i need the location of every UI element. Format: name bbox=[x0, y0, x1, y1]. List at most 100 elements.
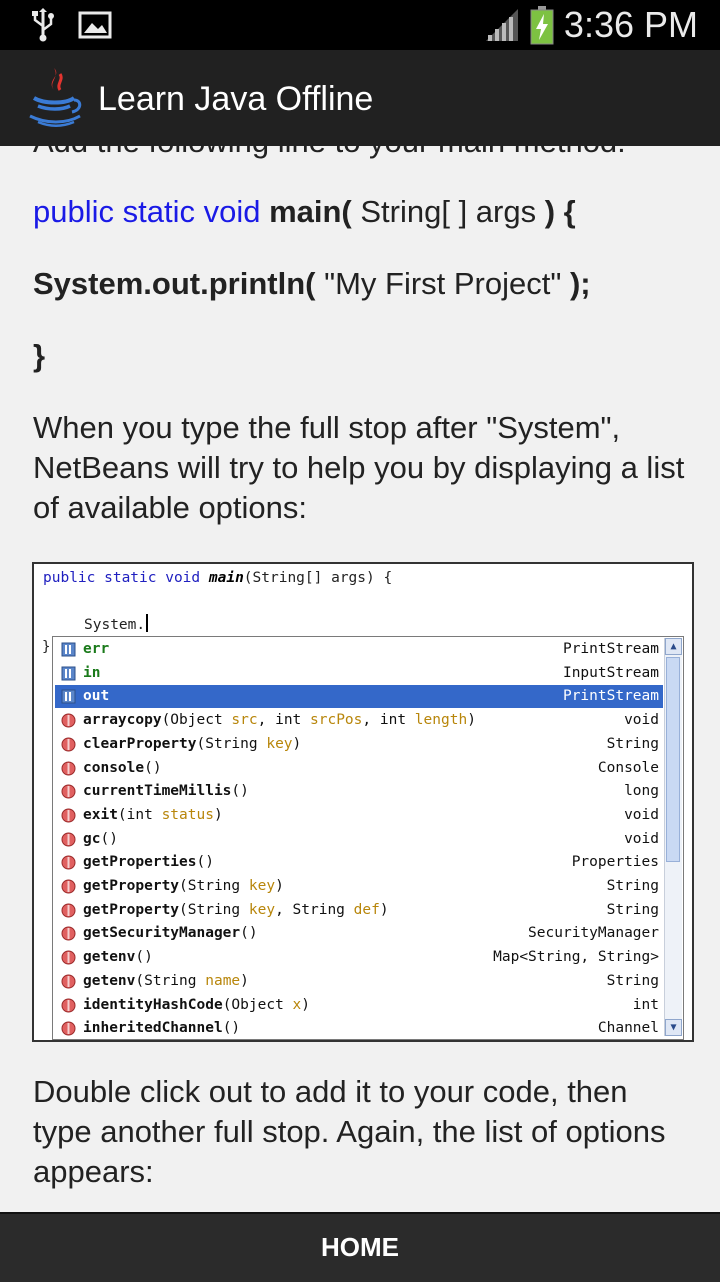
autocomplete-item-type: void bbox=[624, 712, 659, 729]
code-line-main: public static void main( String[ ] args … bbox=[33, 192, 693, 232]
partial-text-line: Add the following line to your main meth… bbox=[33, 146, 626, 160]
autocomplete-item-name: getenv(String name) bbox=[83, 972, 249, 989]
image-icon bbox=[78, 11, 112, 39]
screenshot-code-line: public static void main(String[] args) { bbox=[43, 570, 392, 586]
autocomplete-item-type: String bbox=[606, 972, 659, 989]
autocomplete-item[interactable]: err PrintStream bbox=[55, 638, 663, 661]
autocomplete-item[interactable]: getSecurityManager() SecurityManager bbox=[55, 922, 663, 945]
autocomplete-item-name: getenv() bbox=[83, 949, 153, 966]
autocomplete-item-name: identityHashCode(Object x) bbox=[83, 996, 310, 1013]
netbeans-screenshot: public static void main(String[] args) {… bbox=[32, 562, 694, 1042]
autocomplete-item[interactable]: arraycopy(Object src, int srcPos, int le… bbox=[55, 709, 663, 732]
screenshot-code-rest: (String[] args) { bbox=[243, 570, 393, 586]
autocomplete-item-type: SecurityManager bbox=[528, 925, 659, 942]
method-icon bbox=[61, 903, 76, 918]
autocomplete-item-type: InputStream bbox=[562, 664, 659, 681]
method-icon bbox=[61, 808, 76, 823]
autocomplete-item-name: exit(int status) bbox=[83, 806, 223, 823]
code-keywords: public static void bbox=[33, 194, 261, 229]
autocomplete-item[interactable]: clearProperty(String key) String bbox=[55, 733, 663, 756]
autocomplete-item-type: String bbox=[606, 735, 659, 752]
status-time: 3:36 PM bbox=[563, 4, 698, 45]
autocomplete-item[interactable]: getenv() Map<String, String> bbox=[55, 946, 663, 969]
method-icon bbox=[61, 926, 76, 941]
popup-scrollbar[interactable]: ▲ ▼ bbox=[664, 638, 682, 1036]
autocomplete-item[interactable]: currentTimeMillis() long bbox=[55, 780, 663, 803]
autocomplete-item-type: int bbox=[632, 996, 659, 1013]
method-icon bbox=[61, 879, 76, 894]
autocomplete-item-type: Properties bbox=[571, 854, 659, 871]
autocomplete-item-name: out bbox=[83, 688, 110, 705]
autocomplete-item[interactable]: getenv(String name) String bbox=[55, 970, 663, 993]
bottom-bar: HOME bbox=[0, 1212, 720, 1282]
code-line-close: } bbox=[33, 338, 46, 373]
screenshot-code-method: main bbox=[208, 570, 244, 586]
autocomplete-item-type: Map<String, String> bbox=[493, 949, 659, 966]
autocomplete-item-name: currentTimeMillis() bbox=[83, 783, 249, 800]
text-caret bbox=[146, 614, 149, 632]
code-method: main( bbox=[269, 194, 352, 229]
autocomplete-item[interactable]: gc() void bbox=[55, 828, 663, 851]
method-icon bbox=[61, 832, 76, 847]
java-logo-icon[interactable] bbox=[24, 64, 86, 130]
article-content[interactable]: Add the following line to your main meth… bbox=[0, 146, 720, 1212]
app-title: Learn Java Offline bbox=[98, 80, 374, 118]
field-icon bbox=[61, 666, 76, 681]
code-brace: ) { bbox=[544, 194, 576, 229]
autocomplete-item-type: Console bbox=[597, 759, 659, 776]
status-bar: 3:36 PM bbox=[0, 0, 720, 50]
code-string: "My First Project" bbox=[315, 266, 570, 301]
method-icon bbox=[61, 784, 76, 799]
autocomplete-item-name: console() bbox=[83, 759, 162, 776]
scroll-thumb[interactable] bbox=[666, 657, 680, 862]
autocomplete-item-name: clearProperty(String key) bbox=[83, 735, 302, 752]
autocomplete-item-type: void bbox=[624, 806, 659, 823]
autocomplete-popup[interactable]: inheritedChannel() Channel identityHashCod… bbox=[52, 636, 684, 1040]
scroll-down-icon[interactable]: ▼ bbox=[665, 1019, 682, 1036]
method-icon bbox=[61, 855, 76, 870]
screenshot-bracket: } bbox=[42, 639, 51, 655]
autocomplete-item[interactable]: out PrintStream bbox=[55, 685, 663, 709]
autocomplete-item-type: PrintStream bbox=[562, 641, 659, 657]
autocomplete-item[interactable]: inheritedChannel() Channel bbox=[55, 1017, 663, 1040]
signal-icon bbox=[485, 9, 518, 41]
scroll-up-icon[interactable]: ▲ bbox=[665, 638, 682, 655]
autocomplete-item-name: inheritedChannel() bbox=[83, 1020, 241, 1037]
method-icon bbox=[61, 1021, 76, 1036]
code-line-println: System.out.println( "My First Project" )… bbox=[33, 264, 693, 304]
autocomplete-item-name: gc() bbox=[83, 830, 118, 847]
autocomplete-item-type: Channel bbox=[597, 1020, 659, 1037]
autocomplete-item-name: getProperties() bbox=[83, 854, 214, 871]
autocomplete-item[interactable]: getProperty(String key, String def) Strin… bbox=[55, 899, 663, 922]
autocomplete-item[interactable]: console() Console bbox=[55, 757, 663, 780]
autocomplete-item-name: getProperty(String key, String def) bbox=[83, 901, 389, 918]
autocomplete-item[interactable]: getProperty(String key) String bbox=[55, 875, 663, 898]
autocomplete-item[interactable]: in InputStream bbox=[55, 662, 663, 685]
method-icon bbox=[61, 974, 76, 989]
method-icon bbox=[61, 761, 76, 775]
app-bar: Learn Java Offline bbox=[0, 50, 720, 146]
autocomplete-item-name: getSecurityManager() bbox=[83, 925, 258, 942]
autocomplete-item[interactable]: exit(int status) void bbox=[55, 804, 663, 827]
autocomplete-item-type: long bbox=[624, 783, 659, 800]
autocomplete-item-name: in bbox=[83, 664, 101, 681]
status-left-icons bbox=[30, 8, 112, 42]
method-icon bbox=[61, 713, 76, 728]
method-icon bbox=[61, 950, 76, 965]
autocomplete-item-type: String bbox=[606, 878, 659, 894]
code-end: ); bbox=[569, 266, 591, 301]
code-call: System.out.println( bbox=[33, 266, 316, 301]
autocomplete-item-name: err bbox=[83, 641, 110, 657]
field-icon bbox=[61, 689, 76, 704]
screenshot-code-keywords: public static void bbox=[43, 570, 201, 586]
autocomplete-item-type: PrintStream bbox=[562, 688, 659, 705]
autocomplete-item[interactable]: getProperties() Properties bbox=[55, 851, 663, 874]
home-button[interactable]: HOME bbox=[0, 1214, 720, 1280]
autocomplete-item[interactable]: identityHashCode(Object x) int bbox=[55, 994, 663, 1017]
method-icon bbox=[61, 737, 76, 752]
battery-charging-icon bbox=[530, 6, 554, 45]
screenshot-system-line: System. bbox=[84, 614, 149, 633]
paragraph-double-click: Double click out to add it to your code,… bbox=[33, 1074, 666, 1189]
usb-icon bbox=[32, 8, 54, 42]
method-icon bbox=[61, 998, 76, 1012]
